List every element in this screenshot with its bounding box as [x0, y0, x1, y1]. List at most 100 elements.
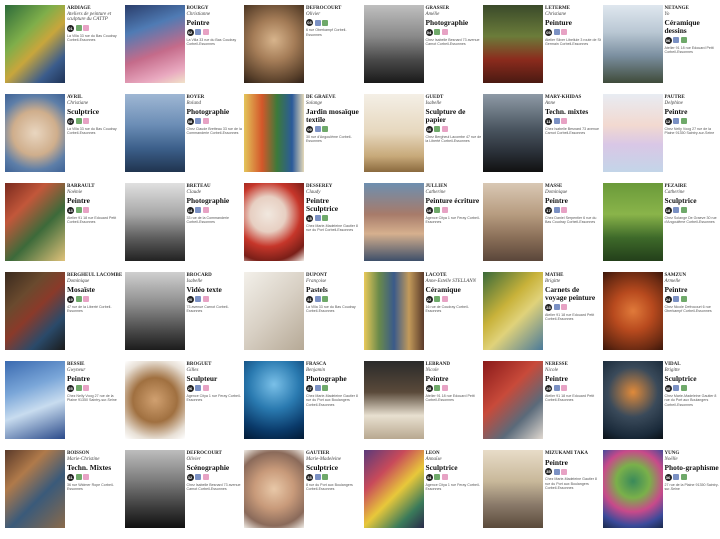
artist-card[interactable]: YUNGNoëllePhoto-graphisme3627 rue de la …: [603, 450, 720, 539]
number-badge: 36: [665, 474, 672, 481]
artist-discipline: Céramique dessins: [665, 19, 720, 35]
artwork-image: [5, 94, 65, 172]
artist-card[interactable]: BROGUETGillesSculpteur26Agence Citya 1 r…: [125, 361, 245, 450]
category-icon: [673, 474, 679, 480]
artist-card[interactable]: LEONAnnaïseSculptrice34Agence Citya 1 ru…: [364, 450, 484, 539]
number-badge: 31: [67, 474, 74, 481]
artist-firstname: Armelle: [665, 279, 720, 285]
artist-card[interactable]: NERESSENicolePeintre29Atelier 91 18 rue …: [483, 361, 603, 450]
artist-card[interactable]: ARDIAGEAteliers de peinture et sculpture…: [5, 5, 125, 94]
type-icon: [442, 474, 448, 480]
icon-row: 19: [67, 296, 123, 303]
artist-card[interactable]: BERGHEUL LACOMBEDominiqueMosaïste1947 ru…: [5, 272, 125, 361]
artist-firstname: Olivier: [306, 12, 362, 18]
number-badge: 14: [187, 207, 194, 214]
artist-card[interactable]: BRETEAUClaudePhotographie1433 rue de la …: [125, 183, 245, 272]
artist-firstname: Ateliers de peinture et sculpture du CAT…: [67, 12, 123, 23]
type-icon: [83, 25, 89, 31]
type-icon: [83, 296, 89, 302]
artwork-image: [603, 361, 663, 439]
artist-card[interactable]: SAMZUNArmellePeintre24Chez Nicole Defroc…: [603, 272, 720, 361]
artwork-image: [125, 450, 185, 528]
artist-card[interactable]: LETERMEChristianePeinture05Atelier Silve…: [483, 5, 603, 94]
artist-card[interactable]: BROCARDIsabelleVidéo texte2073 avenue Ca…: [125, 272, 245, 361]
artist-card[interactable]: BARRAULTNoémiePeintre13Atelier 91 18 rue…: [5, 183, 125, 272]
type-icon: [83, 207, 89, 213]
artist-card[interactable]: DEFROCOURTOlivierScénographie32Chez Isab…: [125, 450, 245, 539]
artist-firstname: Catherine: [426, 190, 482, 196]
icon-row: 24: [665, 296, 720, 303]
number-badge: 04: [426, 29, 433, 36]
icon-row: 17: [545, 207, 601, 214]
artist-address: La Villa 33 rue du Bas Coudray Corbeil-E…: [187, 38, 243, 47]
category-icon: [554, 118, 560, 124]
artist-card[interactable]: GUEDTIsabelleSculpture de papier10Chez B…: [364, 94, 484, 183]
artist-info: AVRILChristianeSculptrice07La Villa 33 r…: [67, 95, 123, 136]
artist-info: SAMZUNArmellePeintre24Chez Nicole Defroc…: [665, 273, 720, 314]
artist-card[interactable]: DUPONTFrançoisePastels21La Villa 33 rue …: [244, 272, 364, 361]
artist-address: Chez Marie-Madeleine Gautier 8 rue du Po…: [545, 477, 601, 490]
artist-info: DEFROCOURTOlivier036 rue Oberkampf Corbe…: [306, 6, 362, 37]
type-icon: [561, 29, 567, 35]
artist-address: Agence Citya 1 rue Feray Corbeil-Essonne…: [187, 394, 243, 403]
type-icon: [681, 207, 687, 213]
category-icon: [195, 207, 201, 213]
artist-card[interactable]: LEBRANDNicolePeintre28Atelier 91 18 rue …: [364, 361, 484, 450]
category-icon: [76, 207, 82, 213]
artist-card[interactable]: DE GRAEVESolangeJardin mosaïque textile0…: [244, 94, 364, 183]
artist-address: 30 rue d'Angoulême Corbeil-Essonnes: [306, 135, 362, 144]
type-icon: [322, 20, 328, 26]
number-badge: 17: [545, 207, 552, 214]
artist-card[interactable]: DEFROCOURTOlivier036 rue Oberkampf Corbe…: [244, 5, 364, 94]
artist-card[interactable]: BESSIEGwyneurPeintre25Chez Nelly Voog 27…: [5, 361, 125, 450]
artist-card[interactable]: MATHÉBrigitteCarnets de voyage peinture2…: [483, 272, 603, 361]
type-icon: [442, 207, 448, 213]
artist-card[interactable]: PAUTREDelphinePeintre12Chez Nelly Voog 2…: [603, 94, 720, 183]
artist-discipline: Peintre: [665, 286, 720, 294]
type-icon: [322, 126, 328, 132]
artwork-image: [364, 272, 424, 350]
icon-row: 03: [306, 19, 362, 26]
artist-card[interactable]: BOURGYChristiannePeintre02La Villa 33 ru…: [125, 5, 245, 94]
artist-address: Chez Nelly Voog 27 rue de la Plaine 9135…: [665, 127, 720, 136]
artist-card[interactable]: JULLIENCatherinePeinture écriture16Agenc…: [364, 183, 484, 272]
artist-firstname: Marie-Madeleine: [306, 457, 362, 463]
artist-card[interactable]: BOYERRolandPhotographie08Chez Claude Bre…: [125, 94, 245, 183]
artist-address: 16 rue de Coudray Corbeil-Essonnes: [426, 305, 482, 314]
type-icon: [442, 385, 448, 391]
artwork-image: [5, 361, 65, 439]
artist-card[interactable]: VIDALBrigitteSculptrice30Chez Marie-Made…: [603, 361, 720, 450]
artwork-image: [483, 5, 543, 83]
artist-discipline: Photographie: [187, 108, 243, 116]
artist-card[interactable]: LACOTEAnne-Estelle STELLANNCéramique2216…: [364, 272, 484, 361]
type-icon: [561, 385, 567, 391]
artist-address: Chez Claude Bretteau 33 rue de la Comman…: [187, 127, 243, 136]
artist-card[interactable]: MIZUKAMI TAKAPeintre35Chez Marie-Madelei…: [483, 450, 603, 539]
artist-card[interactable]: MARY-KHIDASAnneTechn. mixtes11Chez Isabe…: [483, 94, 603, 183]
artwork-image: [244, 5, 304, 83]
icon-row: 25: [67, 385, 123, 392]
artist-card[interactable]: AVRILChristianeSculptrice07La Villa 33 r…: [5, 94, 125, 183]
artist-card[interactable]: GRASSERAméliePhotographie04Chez Isabelle…: [364, 5, 484, 94]
artist-info: GUEDTIsabelleSculpture de papier10Chez B…: [426, 95, 482, 144]
category-icon: [315, 215, 321, 221]
number-badge: 26: [187, 385, 194, 392]
artist-discipline: Sculpture de papier: [426, 108, 482, 124]
artist-card[interactable]: NETANGEYoCéramique dessins06Atelier 91 1…: [603, 5, 720, 94]
number-badge: 18: [665, 207, 672, 214]
artist-discipline: Photo-graphisme: [665, 464, 720, 472]
type-icon: [203, 385, 209, 391]
artist-card[interactable]: DESSEREYClaudyPeintre Sculptrice15Chez M…: [244, 183, 364, 272]
artist-card[interactable]: FRASCABenjaminPhotographe27Chez Marie-Ma…: [244, 361, 364, 450]
artist-firstname: Annaïse: [426, 457, 482, 463]
artist-card[interactable]: GAUTIERMarie-MadeleineSculptrice338 rue …: [244, 450, 364, 539]
artist-card[interactable]: MASSEDominiquePeintre17Chez Daniel Serpe…: [483, 183, 603, 272]
artist-discipline: Peintre: [545, 375, 601, 383]
number-badge: 10: [426, 126, 433, 133]
type-icon: [83, 385, 89, 391]
artist-card[interactable]: PEZAIRECatherineSculptrice18Chez Solange…: [603, 183, 720, 272]
artist-card[interactable]: BOISSONMarie-ChristineTechn. Mixtes3136 …: [5, 450, 125, 539]
artwork-image: [364, 361, 424, 439]
artist-info: BROGUETGillesSculpteur26Agence Citya 1 r…: [187, 362, 243, 403]
artist-discipline: Peintre: [426, 375, 482, 383]
